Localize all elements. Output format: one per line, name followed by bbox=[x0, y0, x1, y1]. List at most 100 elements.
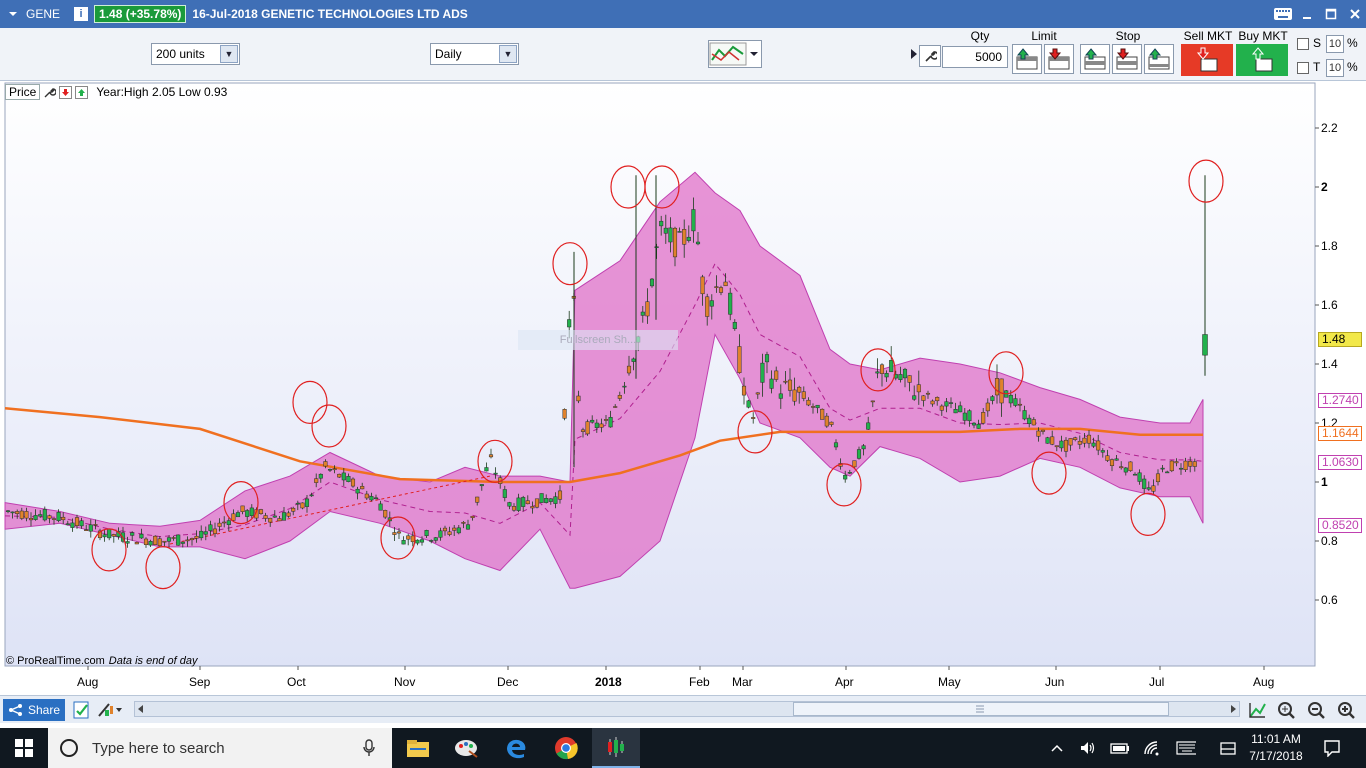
sell-market-button[interactable] bbox=[1181, 44, 1233, 76]
candle bbox=[626, 365, 632, 374]
chart-canvas[interactable] bbox=[0, 81, 1366, 695]
symbol-name[interactable]: GENE bbox=[26, 7, 60, 21]
start-button[interactable] bbox=[0, 728, 48, 768]
stop-buy-button[interactable] bbox=[1080, 44, 1110, 74]
stop-sell-button[interactable] bbox=[1112, 44, 1142, 74]
x-tick-label: Jun bbox=[1045, 675, 1065, 689]
candle bbox=[1188, 461, 1193, 467]
system-clock[interactable]: 11:01 AM 7/17/2018 bbox=[1246, 731, 1306, 765]
candle bbox=[277, 518, 282, 522]
volume-icon[interactable] bbox=[1078, 738, 1098, 758]
candle bbox=[553, 496, 558, 504]
collapse-arrow-icon[interactable] bbox=[910, 48, 918, 60]
keyboard-icon[interactable] bbox=[1272, 4, 1294, 24]
sell-mkt-label: Sell MKT bbox=[1183, 29, 1233, 43]
units-dropdown[interactable]: 200 units ▼ bbox=[151, 43, 240, 65]
keyboard-icon[interactable] bbox=[1176, 738, 1196, 758]
candle bbox=[1077, 440, 1082, 445]
scroll-right-icon[interactable] bbox=[1228, 704, 1238, 714]
chrome-browser-icon[interactable] bbox=[542, 728, 590, 768]
candle bbox=[355, 488, 360, 494]
prorealtime-app-icon[interactable] bbox=[592, 728, 640, 768]
close-button[interactable] bbox=[1344, 4, 1366, 24]
candle bbox=[373, 497, 379, 500]
zoom-fit-icon[interactable] bbox=[1276, 700, 1296, 720]
chevron-up-icon[interactable] bbox=[1047, 738, 1067, 758]
y-tick-label: 1 bbox=[1321, 475, 1328, 489]
candle bbox=[309, 494, 314, 497]
qty-label: Qty bbox=[970, 29, 990, 43]
t-percent-input[interactable]: 10 bbox=[1326, 59, 1344, 77]
taskbar-search[interactable]: Type here to search bbox=[48, 728, 392, 768]
t-checkbox[interactable] bbox=[1297, 62, 1309, 74]
info-icon[interactable]: i bbox=[74, 7, 89, 21]
drawing-tools-icon[interactable] bbox=[95, 700, 115, 720]
buy-market-icon bbox=[1251, 47, 1273, 72]
move-up-icon[interactable] bbox=[74, 85, 88, 99]
minimize-button[interactable] bbox=[1296, 4, 1318, 24]
indicators-button[interactable] bbox=[708, 40, 762, 68]
candle bbox=[856, 449, 862, 459]
candle bbox=[925, 392, 931, 395]
candle bbox=[249, 507, 254, 516]
microphone-icon[interactable] bbox=[362, 739, 376, 757]
zoom-out-icon[interactable] bbox=[1306, 700, 1326, 720]
candle bbox=[148, 541, 153, 546]
fullscreen-hint[interactable]: Fullscreen Sh... bbox=[518, 330, 678, 350]
candle bbox=[1036, 430, 1041, 437]
window-controls bbox=[1270, 0, 1366, 28]
price-label[interactable]: Price bbox=[5, 84, 41, 100]
candle bbox=[778, 393, 783, 399]
candle bbox=[484, 467, 489, 472]
s-percent-input[interactable]: 10 bbox=[1326, 35, 1344, 53]
battery-icon[interactable] bbox=[1110, 738, 1130, 758]
candle bbox=[608, 417, 613, 428]
prorealtime-window: GENE i 1.48 (+35.78%) 16-Jul-2018 GENETI… bbox=[0, 0, 1366, 768]
candle bbox=[479, 484, 484, 487]
action-center-icon[interactable] bbox=[1218, 738, 1238, 758]
buy-market-button[interactable] bbox=[1236, 44, 1288, 76]
windows-logo-icon bbox=[15, 739, 33, 757]
auto-scale-icon[interactable] bbox=[1247, 700, 1267, 720]
stop-limit-button[interactable] bbox=[1144, 44, 1174, 74]
wrench-icon[interactable] bbox=[919, 45, 941, 67]
grip-icon bbox=[976, 705, 984, 713]
period-dropdown[interactable]: Daily ▼ bbox=[430, 43, 519, 65]
candle bbox=[534, 498, 540, 508]
qty-input[interactable]: 5000 bbox=[942, 46, 1008, 68]
maximize-button[interactable] bbox=[1320, 4, 1342, 24]
price-chart[interactable]: Price Year:High 2.05 Low 0.93 Fullscreen… bbox=[0, 81, 1366, 695]
zoom-in-icon[interactable] bbox=[1336, 700, 1356, 720]
scroll-left-icon[interactable] bbox=[136, 704, 146, 714]
candle bbox=[746, 400, 751, 408]
paint-app-icon[interactable] bbox=[442, 728, 490, 768]
chevron-down-icon[interactable] bbox=[114, 700, 124, 720]
portfolio-icon[interactable] bbox=[72, 700, 92, 720]
candle bbox=[360, 486, 365, 490]
candle bbox=[829, 421, 834, 425]
candle bbox=[65, 523, 70, 526]
candle bbox=[295, 502, 300, 505]
chevron-down-icon[interactable] bbox=[747, 42, 761, 66]
candle bbox=[741, 385, 747, 396]
candle bbox=[774, 370, 779, 380]
scroll-thumb[interactable] bbox=[793, 702, 1169, 716]
last-candle bbox=[1202, 334, 1208, 356]
candle bbox=[286, 512, 291, 517]
chart-scrollbar[interactable] bbox=[134, 701, 1240, 717]
file-explorer-icon[interactable] bbox=[394, 728, 442, 768]
notifications-icon[interactable] bbox=[1322, 738, 1342, 758]
wrench-icon[interactable] bbox=[42, 85, 56, 99]
share-button[interactable]: Share bbox=[3, 699, 65, 721]
candle bbox=[691, 209, 696, 232]
candle bbox=[226, 520, 231, 525]
candle bbox=[1137, 472, 1142, 482]
s-checkbox[interactable] bbox=[1297, 38, 1309, 50]
move-down-icon[interactable] bbox=[58, 85, 72, 99]
candle bbox=[1119, 466, 1124, 469]
limit-buy-button[interactable] bbox=[1012, 44, 1042, 74]
limit-sell-button[interactable] bbox=[1044, 44, 1074, 74]
wifi-icon[interactable] bbox=[1142, 738, 1162, 758]
edge-browser-icon[interactable] bbox=[492, 728, 540, 768]
dropdown-arrow-icon[interactable] bbox=[6, 7, 20, 21]
